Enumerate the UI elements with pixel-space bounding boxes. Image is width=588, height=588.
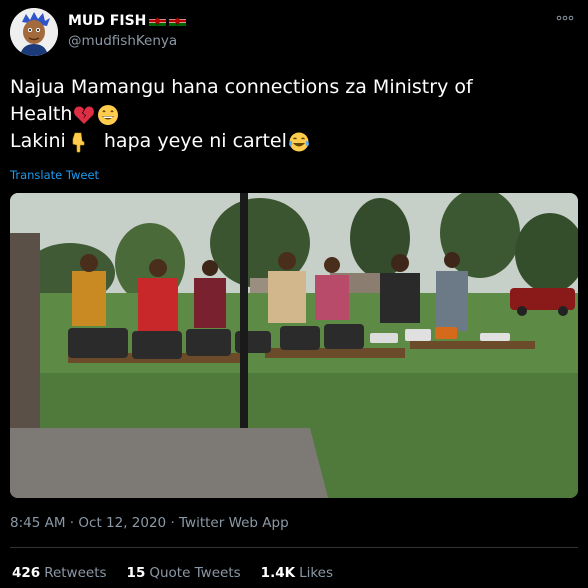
quote-tweets-stat[interactable]: 15 Quote Tweets (127, 565, 241, 581)
tweet-text: Najua Mamangu hana connections za Minist… (10, 74, 580, 155)
tweet-time[interactable]: 8:45 AM (10, 515, 66, 531)
tweet-meta: 8:45 AM · Oct 12, 2020 · Twitter Web App (10, 515, 289, 531)
tweet-date[interactable]: Oct 12, 2020 (78, 515, 166, 531)
likes-stat[interactable]: 1.4K Likes (261, 565, 333, 581)
quote-tweets-label: Quote Tweets (149, 565, 241, 581)
likes-label: Likes (299, 565, 334, 581)
retweets-count: 426 (12, 565, 41, 581)
meta-separator: · (170, 515, 175, 531)
engagement-stats: 426 Retweets 15 Quote Tweets 1.4K Likes (12, 565, 333, 581)
tweet-line-1: Najua Mamangu hana connections za Minist… (10, 76, 473, 98)
divider (10, 547, 578, 548)
tweet-line-3-text-b: hapa yeye ni cartel (103, 130, 287, 152)
retweets-label: Retweets (44, 565, 107, 581)
retweets-stat[interactable]: 426 Retweets (12, 565, 107, 581)
tears-of-joy-emoji-icon (289, 132, 309, 151)
tweet-source[interactable]: Twitter Web App (179, 515, 289, 531)
kenya-flag-icon (169, 16, 187, 26)
avatar[interactable] (10, 8, 58, 56)
tweet-line-2: Health (10, 101, 580, 128)
more-dots-glyph (556, 15, 574, 21)
meta-separator: · (69, 515, 75, 531)
tweet-line-3-text-a: Lakini (10, 130, 66, 152)
cartoon-avatar-icon (10, 8, 58, 56)
kenya-flag-icon (149, 16, 167, 26)
author-name-row[interactable]: MUD FISH (68, 13, 187, 29)
quote-tweets-count: 15 (126, 565, 146, 581)
tweet-photo[interactable] (10, 193, 578, 498)
more-dots-icon[interactable] (556, 10, 574, 24)
likes-count: 1.4K (260, 565, 296, 581)
author-display-name[interactable]: MUD FISH (68, 13, 146, 29)
outdoor-food-photo-icon (10, 193, 578, 498)
translate-tweet-link[interactable]: Translate Tweet (10, 168, 99, 182)
grinning-emoji-icon (98, 104, 119, 125)
tweet-line-2-text: Health (10, 103, 73, 125)
author-handle[interactable]: @mudfishKenya (68, 33, 177, 49)
pointing-down-emoji-icon (72, 132, 85, 152)
broken-heart-emoji-icon (74, 106, 95, 124)
tweet-line-3: Lakini hapa yeye ni cartel (10, 128, 580, 155)
